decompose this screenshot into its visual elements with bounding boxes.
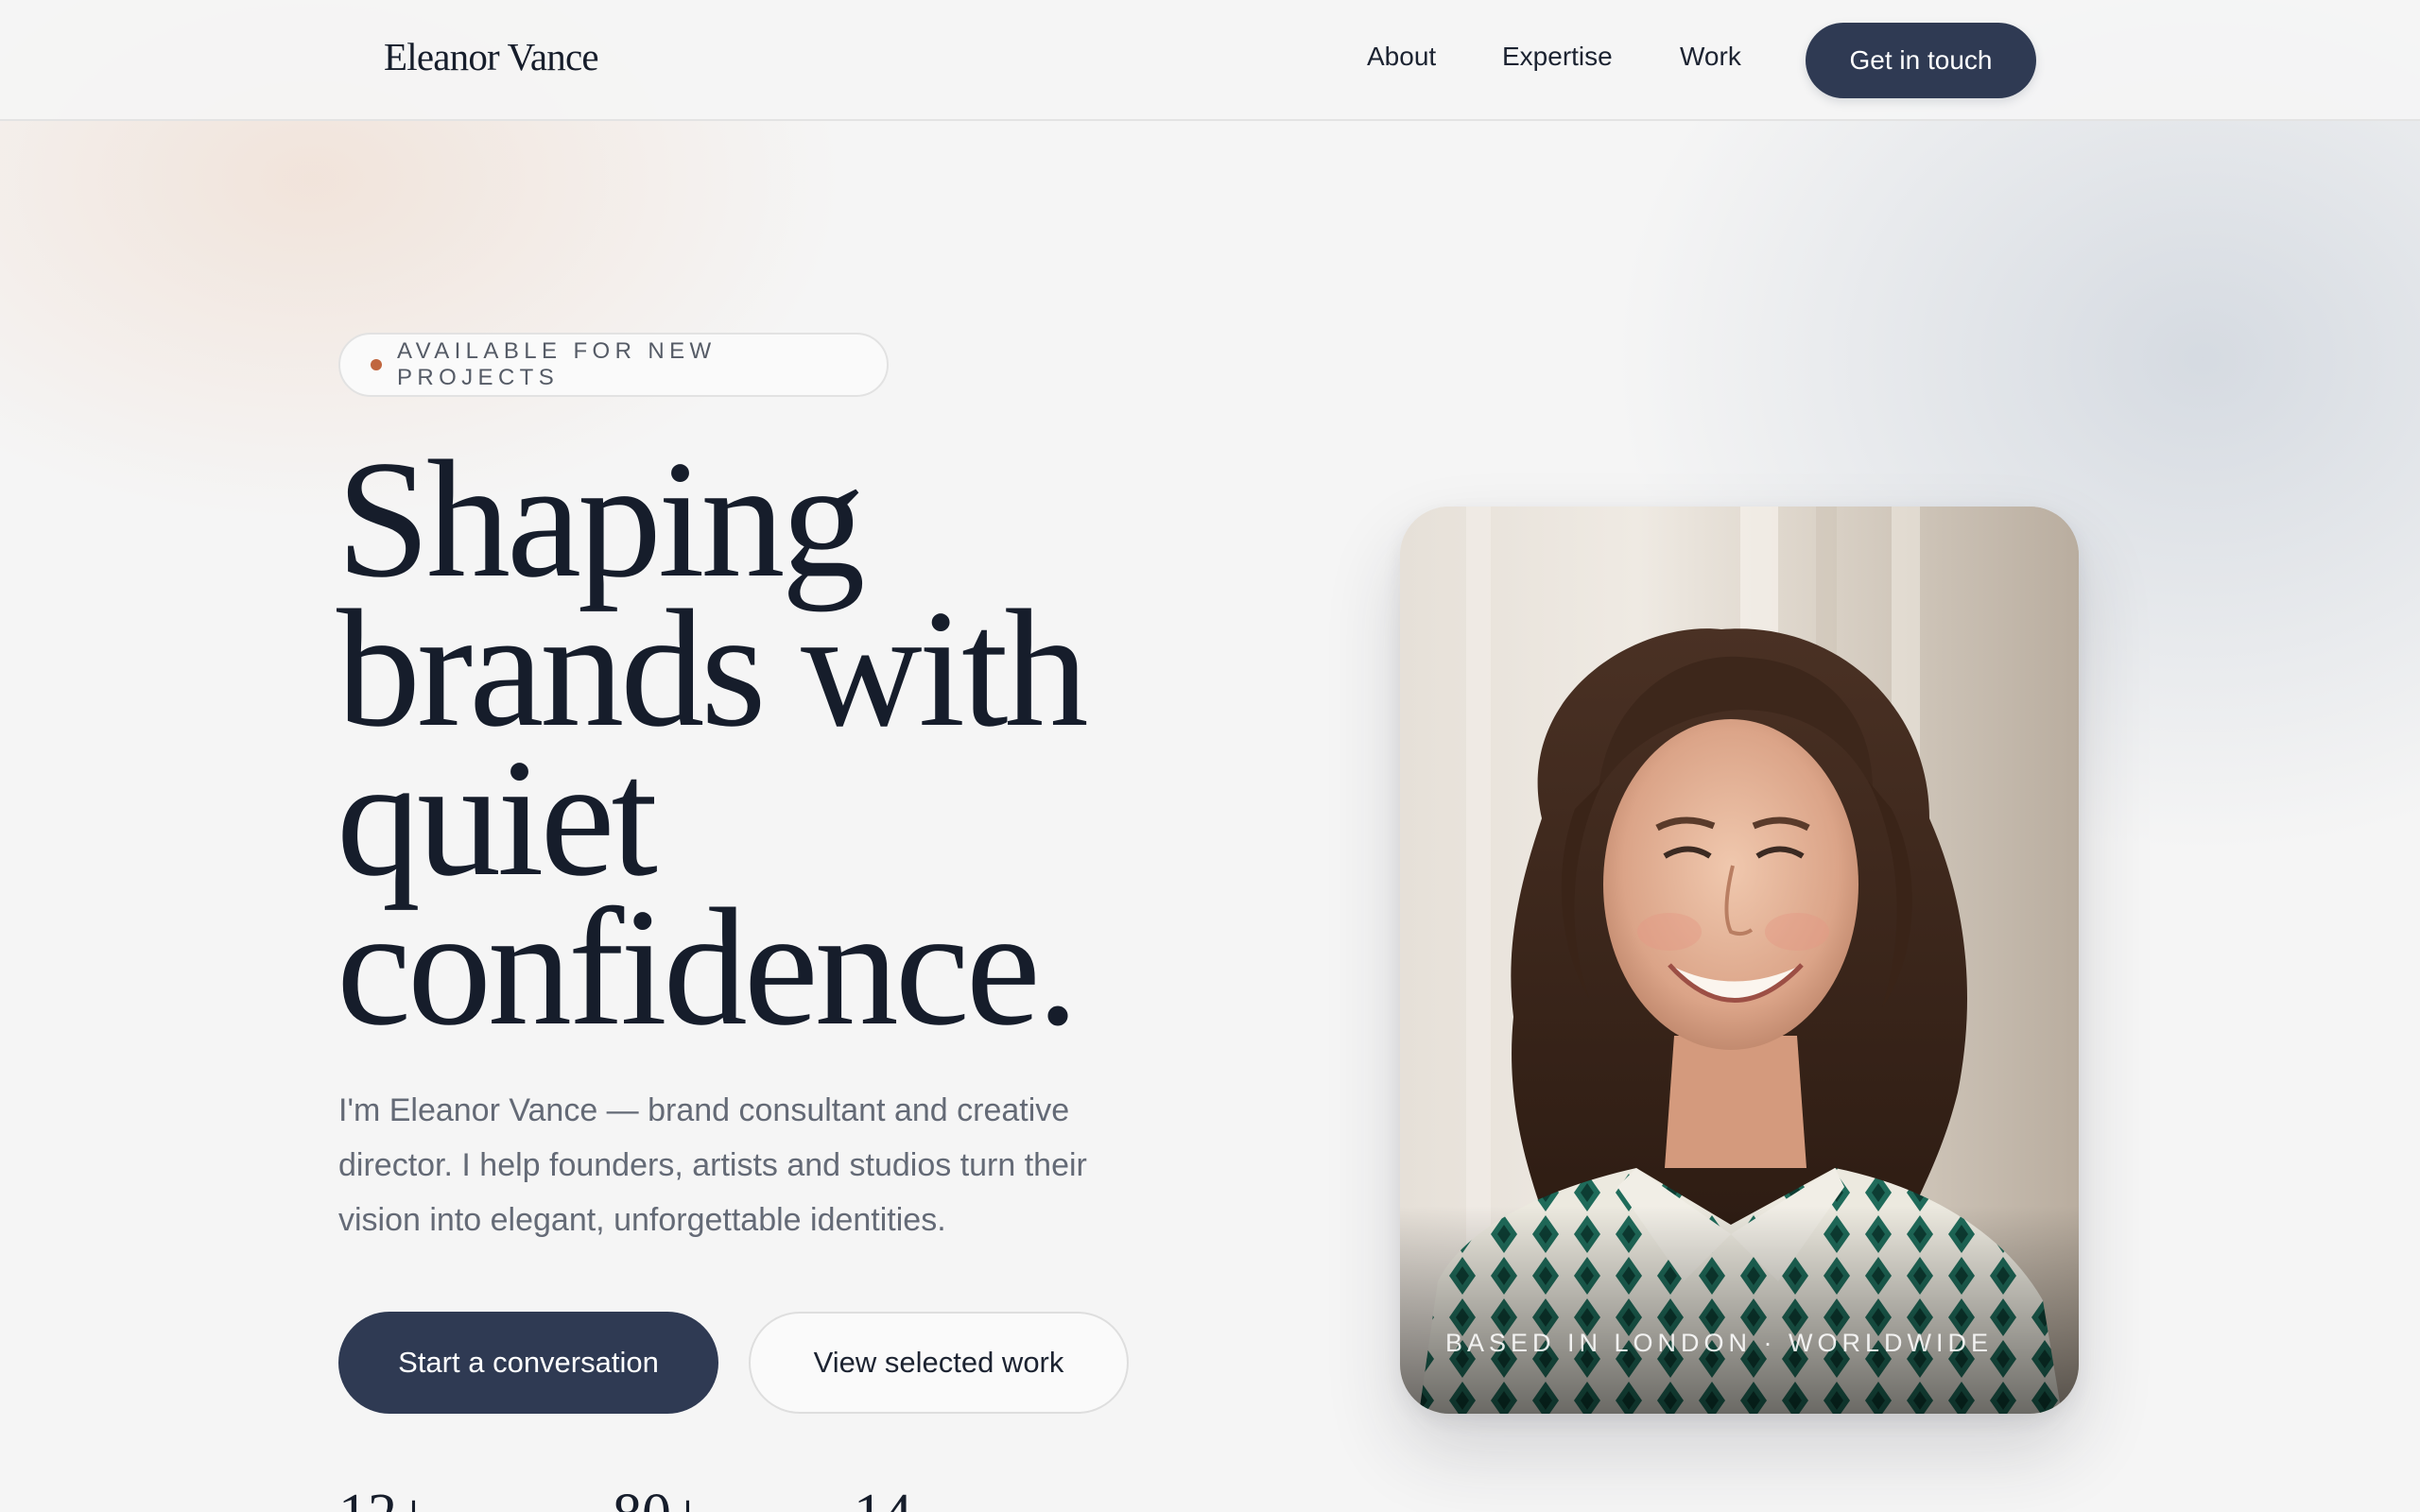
- headline-line: quiet: [337, 724, 658, 911]
- nav-link-expertise[interactable]: Expertise: [1502, 42, 1613, 72]
- view-work-button[interactable]: View selected work: [749, 1312, 1129, 1414]
- brand-logo[interactable]: Eleanor Vance: [384, 34, 599, 79]
- availability-badge: AVAILABLE FOR NEW PROJECTS: [338, 333, 889, 397]
- page: Eleanor Vance About Expertise Work Get i…: [0, 0, 2420, 1512]
- headline-line: Shaping: [337, 425, 865, 612]
- stat-value: 80+: [613, 1482, 704, 1512]
- top-navigation: Eleanor Vance About Expertise Work Get i…: [0, 0, 2420, 121]
- portrait-gradient-overlay: [1400, 1206, 2079, 1414]
- stats-row: 12+ 80+ 14: [338, 1482, 1000, 1512]
- get-in-touch-button[interactable]: Get in touch: [1806, 23, 2036, 98]
- stat-value: 12+: [338, 1482, 430, 1512]
- nav-link-about[interactable]: About: [1367, 42, 1436, 72]
- headline-line: confidence.: [337, 873, 1079, 1060]
- hero-headline: Shaping brands with quiet confidence.: [337, 425, 1244, 1060]
- start-conversation-button[interactable]: Start a conversation: [338, 1312, 718, 1414]
- status-dot-icon: [371, 359, 382, 370]
- availability-badge-label: AVAILABLE FOR NEW PROJECTS: [396, 338, 717, 390]
- headline-line: brands with: [337, 575, 1089, 762]
- hero-intro-text: I'm Eleanor Vance — brand consultant and…: [338, 1092, 1087, 1238]
- stat-value: 14: [854, 1482, 912, 1512]
- portrait-card: BASED IN LONDON · WORLDWIDE: [1400, 507, 2079, 1414]
- nav-link-work[interactable]: Work: [1680, 42, 1741, 72]
- portrait-location-caption: BASED IN LONDON · WORLDWIDE: [1445, 1329, 1994, 1357]
